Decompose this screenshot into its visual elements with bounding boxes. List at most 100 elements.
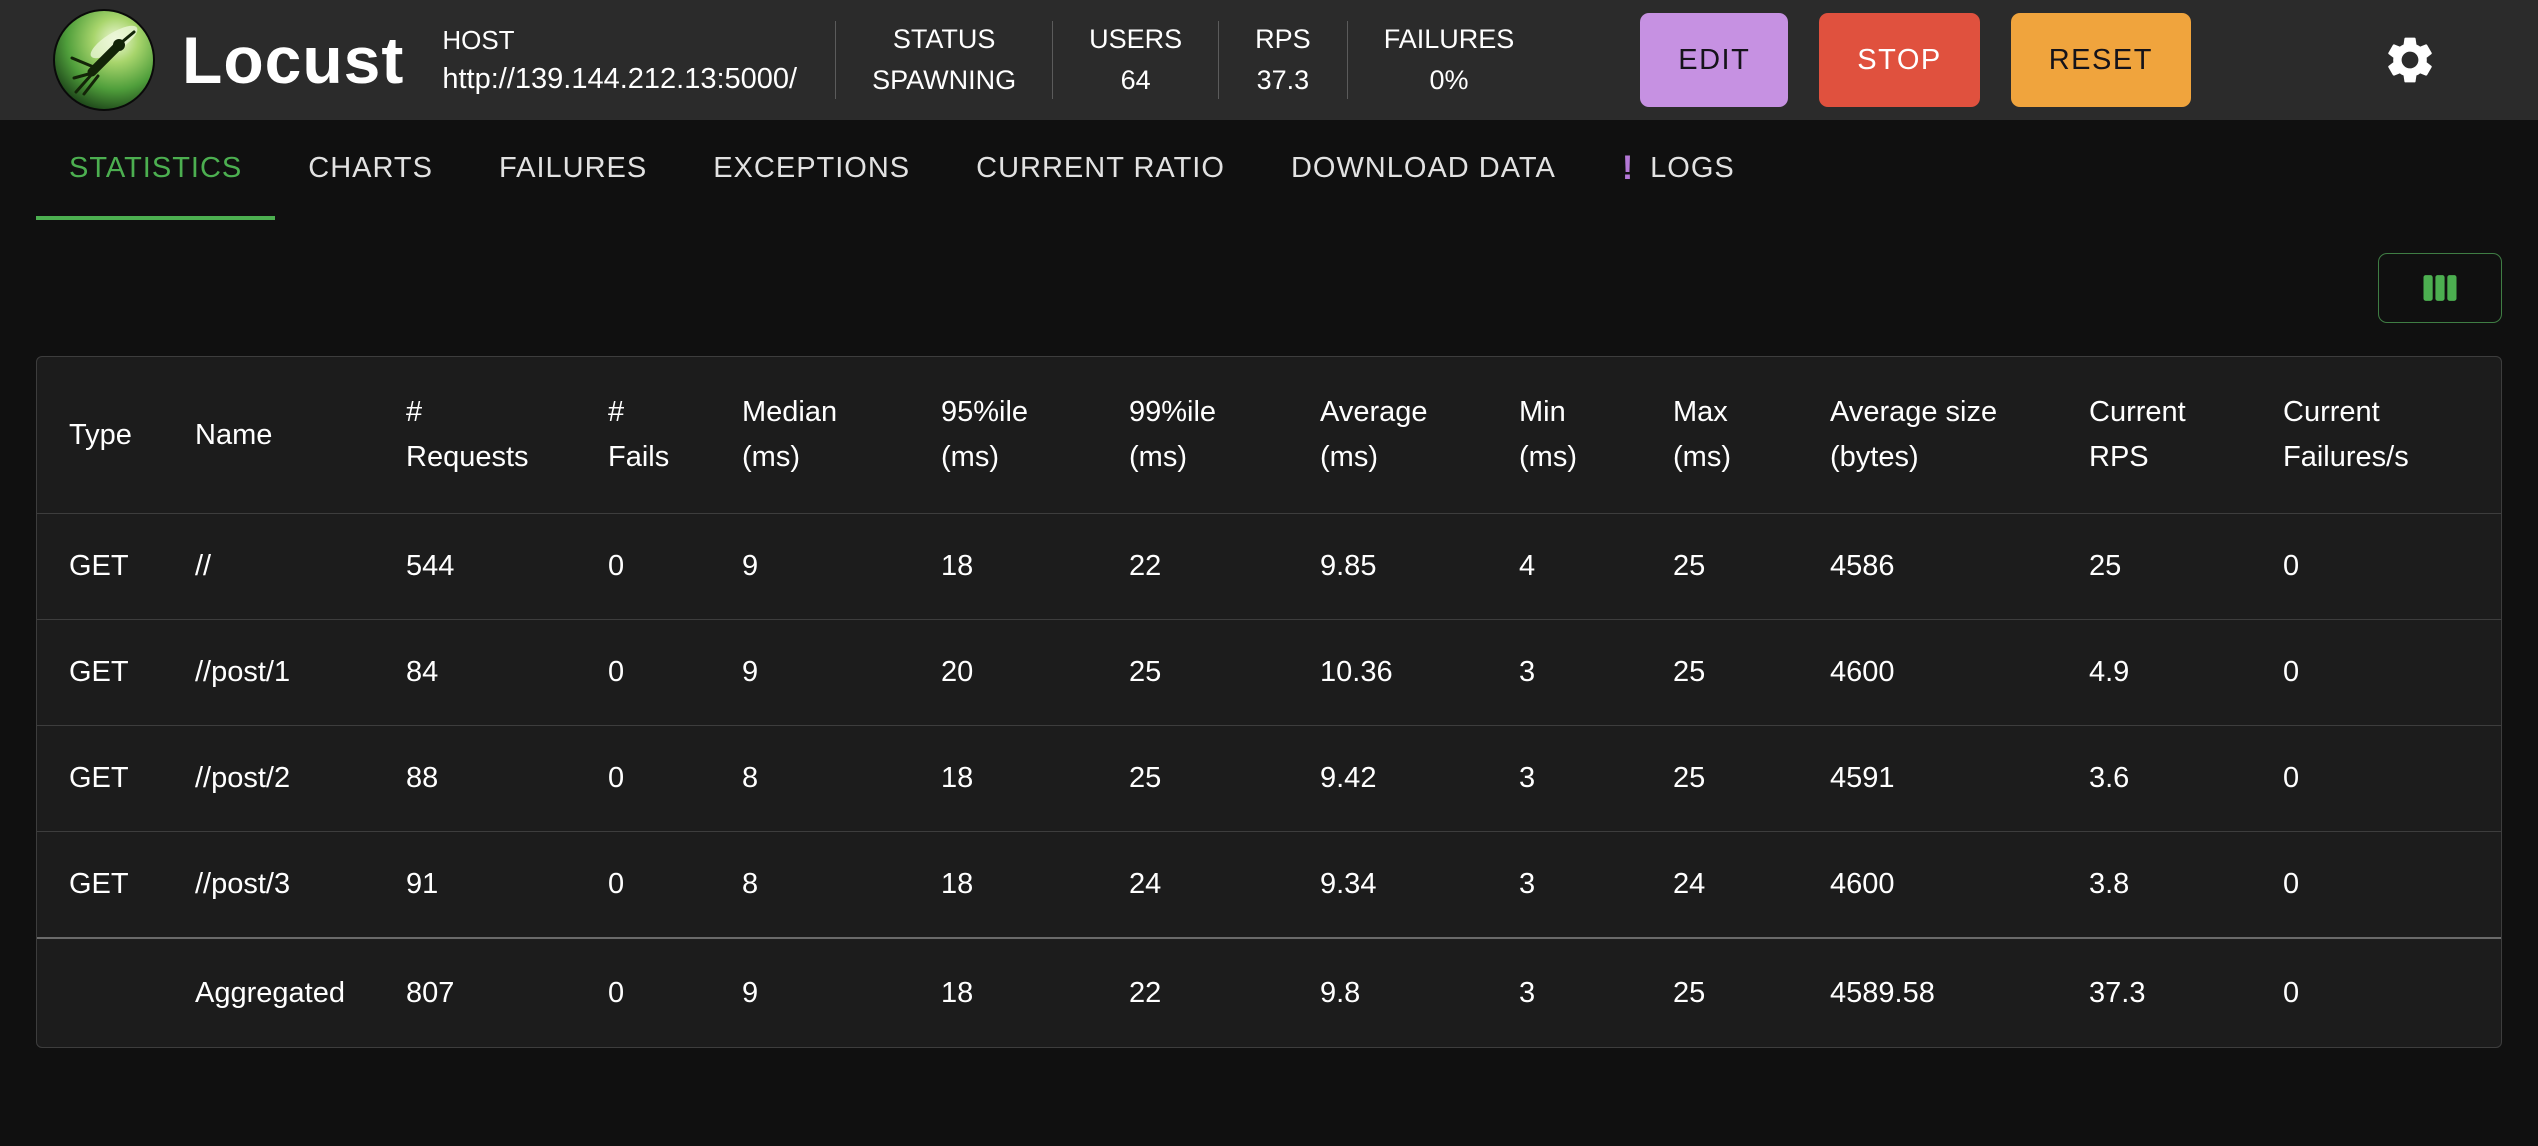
status-group: STATUS SPAWNING USERS 64 RPS 37.3 FAILUR…	[835, 21, 1550, 99]
table-row: GET // 544 0 9 18 22 9.85 4 25 4586 25 0	[37, 513, 2501, 619]
table-cell: 0	[608, 868, 625, 900]
table-cell: 9.85	[1320, 550, 1377, 582]
table-cell: 91	[406, 868, 439, 900]
tab-exceptions[interactable]: EXCEPTIONS	[680, 120, 943, 220]
view-columns-icon	[2423, 275, 2457, 301]
stat-label: RPS	[1255, 24, 1311, 54]
tab-label: FAILURES	[499, 151, 648, 184]
table-cell: 4	[1519, 550, 1536, 582]
tab-failures[interactable]: FAILURES	[466, 120, 680, 220]
tab-download-data[interactable]: DOWNLOAD DATA	[1258, 120, 1589, 220]
settings-gear-icon	[2388, 37, 2432, 83]
column-header[interactable]: Max (ms)	[1673, 390, 1830, 480]
table-cell: Aggregated	[195, 976, 345, 1009]
table-cell: GET	[69, 868, 129, 900]
table-row: GET //post/3 91 0 8 18 24 9.34 3 24 4600 3.8 0	[37, 831, 2501, 937]
table-cell: 0	[2283, 868, 2300, 900]
top-bar: Locust HOST http://139.144.212.13:5000/ …	[0, 0, 2538, 120]
table-header-row: Type Name # Requests # Fails Median (ms) 95%i…	[37, 357, 2501, 513]
table-cell: 37.3	[2089, 976, 2146, 1009]
tab-label: DOWNLOAD DATA	[1290, 151, 1556, 184]
table-cell: 20	[941, 656, 974, 688]
stop-button[interactable]: STOP	[1819, 13, 1980, 107]
tab-label: CURRENT RATIO	[976, 151, 1225, 184]
column-header[interactable]: # Requests	[406, 390, 608, 480]
stat-value: SPAWNING	[872, 65, 1017, 95]
table-row: GET //post/1 84 0 9 20 25 10.36 3 25 4600 4.9 0	[37, 619, 2501, 725]
column-header[interactable]: Name	[195, 413, 406, 458]
tab-label: LOGS	[1650, 151, 1735, 184]
column-header[interactable]: Min (ms)	[1519, 390, 1673, 480]
table-cell: GET	[69, 656, 129, 688]
column-header[interactable]: Type	[69, 413, 195, 458]
settings-button[interactable]	[2382, 32, 2438, 88]
table-cell: 88	[406, 762, 439, 794]
table-cell: //post/2	[195, 762, 291, 794]
tab-current-ratio[interactable]: CURRENT RATIO	[943, 120, 1258, 220]
tab-label: EXCEPTIONS	[713, 151, 911, 184]
table-cell: 4591	[1830, 762, 1895, 794]
column-header[interactable]: 99%ile (ms)	[1129, 390, 1320, 480]
table-toolbar	[36, 253, 2502, 323]
table-cell: 25	[2089, 550, 2122, 582]
table-cell: 25	[1129, 656, 1162, 688]
table-cell: 0	[608, 762, 625, 794]
table-cell: 22	[1129, 550, 1162, 582]
table-cell: GET	[69, 762, 129, 794]
stat-value: 0%	[1429, 65, 1469, 95]
table-cell: 3.8	[2089, 868, 2130, 900]
table-cell: 9.34	[1320, 868, 1377, 900]
table-cell: 9	[742, 976, 759, 1009]
table-cell: 9.42	[1320, 762, 1377, 794]
app-title: Locust	[182, 23, 405, 97]
locust-logo-icon	[53, 9, 155, 111]
table-cell: 18	[941, 762, 974, 794]
table-cell: 0	[2283, 656, 2300, 688]
table-cell: 0	[608, 550, 625, 582]
table-cell: 0	[2283, 550, 2300, 582]
stat-label: STATUS	[892, 24, 996, 54]
host-url: http://139.144.212.13:5000/	[442, 62, 798, 95]
statistics-table: Type Name # Requests # Fails Median (ms) 95%i…	[36, 356, 2502, 1048]
table-cell: 18	[941, 868, 974, 900]
stat-value: 64	[1120, 65, 1151, 95]
table-cell: 4589.58	[1830, 976, 1935, 1009]
host-info: HOST http://139.144.212.13:5000/	[442, 27, 797, 94]
table-cell: 25	[1129, 762, 1162, 794]
column-header[interactable]: Average (ms)	[1320, 390, 1519, 480]
column-header[interactable]: Current Failures/s	[2283, 390, 2469, 480]
column-header[interactable]: 95%ile (ms)	[941, 390, 1129, 480]
action-buttons: EDIT STOP RESET	[1640, 13, 2191, 107]
table-cell: 3	[1519, 656, 1536, 688]
tab-label: CHARTS	[308, 151, 433, 184]
tab-label: STATISTICS	[69, 151, 243, 184]
tab-logs[interactable]: ! LOGS	[1589, 120, 1768, 220]
tab-bar: STATISTICS CHARTS FAILURES EXCEPTIONS CURREN…	[0, 120, 2538, 220]
table-cell: 8	[742, 762, 759, 794]
reset-button[interactable]: RESET	[2010, 13, 2191, 107]
table-cell: 24	[1129, 868, 1162, 900]
table-cell: GET	[69, 550, 129, 582]
stat-label: USERS	[1089, 24, 1183, 54]
table-cell: 18	[941, 550, 974, 582]
tab-charts[interactable]: CHARTS	[275, 120, 466, 220]
stat-failures: FAILURES 0%	[1346, 21, 1551, 99]
column-header[interactable]: Average size (bytes)	[1830, 390, 2089, 480]
table-row: GET //post/2 88 0 8 18 25 9.42 3 25 4591 3.6 0	[37, 725, 2501, 831]
column-header[interactable]: Median (ms)	[742, 390, 941, 480]
table-cell: 9	[742, 656, 759, 688]
aggregated-row: Aggregated 807 0 9 18 22 9.8 3 25 4589.58 37.3 0	[37, 937, 2501, 1047]
column-header[interactable]: Current RPS	[2089, 390, 2283, 480]
table-cell: 4600	[1830, 868, 1895, 900]
table-cell: 9.8	[1320, 976, 1361, 1009]
stat-label: FAILURES	[1383, 24, 1515, 54]
table-cell: 0	[2283, 762, 2300, 794]
table-cell: 3	[1519, 976, 1536, 1009]
column-picker-button[interactable]	[2378, 253, 2502, 323]
edit-button[interactable]: EDIT	[1640, 13, 1789, 107]
table-cell: 4586	[1830, 550, 1895, 582]
tab-statistics[interactable]: STATISTICS	[36, 120, 276, 220]
stat-users: USERS 64	[1052, 21, 1218, 99]
table-cell: 18	[941, 976, 974, 1009]
column-header[interactable]: # Fails	[608, 390, 742, 480]
